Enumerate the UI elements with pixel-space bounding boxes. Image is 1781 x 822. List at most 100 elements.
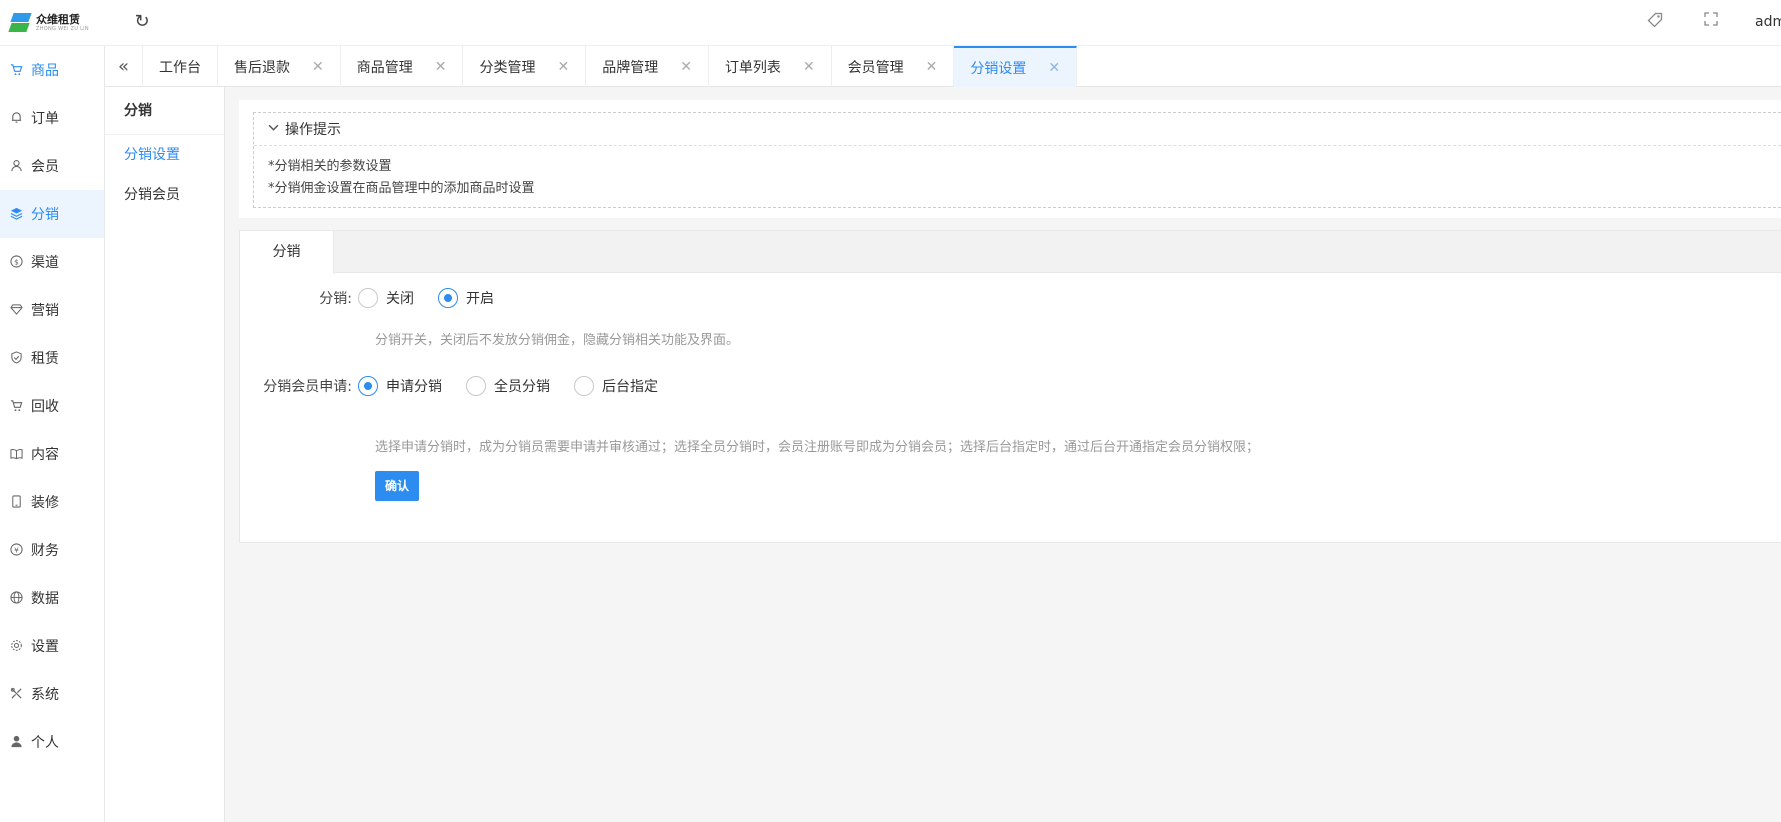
- sidebar-item-label: 装修: [31, 495, 59, 511]
- radio-distribution-off[interactable]: 关闭: [358, 288, 414, 308]
- sidebar-item-goods[interactable]: 商品: [0, 46, 104, 94]
- dollar-icon: $: [9, 255, 23, 269]
- sidebar-item-personal[interactable]: 个人: [0, 718, 104, 766]
- tip-line: *分销相关的参数设置: [268, 159, 392, 174]
- tips-panel: 操作提示 *分销相关的参数设置 *分销佣金设置在商品管理中的添加商品时设置: [239, 100, 1781, 218]
- svg-text:$: $: [14, 257, 19, 266]
- close-icon[interactable]: ✕: [557, 59, 569, 75]
- sidebar-item-finance[interactable]: ¥ 财务: [0, 526, 104, 574]
- fullscreen-icon[interactable]: [1701, 12, 1721, 32]
- sidebar-item-label: 回收: [31, 399, 59, 415]
- collapse-icon[interactable]: «: [105, 46, 143, 87]
- sidebar-item-recycle[interactable]: 回收: [0, 382, 104, 430]
- sidebar-item-system[interactable]: 系统: [0, 670, 104, 718]
- tab-label: 分销设置: [970, 60, 1027, 77]
- sidebar-item-label: 系统: [31, 687, 59, 703]
- refresh-icon[interactable]: ↻: [132, 12, 152, 32]
- radio-apply-all[interactable]: 全员分销: [466, 376, 550, 396]
- radio-apply-admin[interactable]: 后台指定: [574, 376, 658, 396]
- user-icon: [9, 159, 23, 173]
- radio-label: 关闭: [386, 291, 414, 307]
- close-icon[interactable]: ✕: [680, 59, 692, 75]
- tab-label: 售后退款: [234, 59, 290, 76]
- sub-sidebar-item-settings[interactable]: 分销设置: [105, 135, 224, 175]
- sidebar-item-label: 订单: [31, 111, 59, 127]
- radio-label: 申请分销: [386, 379, 442, 395]
- tab-distribution-settings[interactable]: 分销设置 ✕: [954, 46, 1078, 87]
- sidebar-item-label: 租赁: [31, 351, 59, 367]
- radio-circle: [438, 288, 458, 308]
- tab-workbench[interactable]: 工作台: [143, 46, 218, 87]
- radio-apply-request[interactable]: 申请分销: [358, 376, 442, 396]
- chevron-down-icon: [268, 122, 279, 136]
- radio-label: 全员分销: [494, 379, 550, 395]
- tab-label: 工作台: [159, 59, 201, 76]
- top-header: 众维租赁 ZHONG WEI ZU LIN ↻ admin: [0, 0, 1781, 46]
- layers-icon: [9, 207, 23, 221]
- sidebar-item-label: 会员: [31, 159, 59, 175]
- tip-line: *分销佣金设置在商品管理中的添加商品时设置: [268, 181, 535, 196]
- sidebar-item-decoration[interactable]: 装修: [0, 478, 104, 526]
- distribution-switch-row: 分销: 关闭 开启: [240, 288, 518, 308]
- sidebar-item-channels[interactable]: $ 渠道: [0, 238, 104, 286]
- sidebar-item-label: 设置: [31, 639, 59, 655]
- sidebar-item-data[interactable]: 数据: [0, 574, 104, 622]
- radio-circle: [358, 288, 378, 308]
- distribution-label: 分销:: [319, 291, 352, 307]
- sidebar-item-rental[interactable]: 租赁: [0, 334, 104, 382]
- page-tabs: « 工作台 售后退款 ✕ 商品管理 ✕ 分类管理 ✕ 品牌管理 ✕ 订单列表 ✕ 会员管理…: [105, 46, 1781, 87]
- apply-mode-row: 分销会员申请: 申请分销 全员分销 后台指定: [240, 376, 682, 396]
- sidebar-item-orders[interactable]: 订单: [0, 94, 104, 142]
- sidebar-item-members[interactable]: 会员: [0, 142, 104, 190]
- radio-label: 开启: [466, 291, 494, 307]
- cart-icon: [9, 399, 23, 413]
- diamond-icon: [9, 303, 23, 317]
- tag-icon[interactable]: [1645, 12, 1665, 32]
- radio-circle: [574, 376, 594, 396]
- tab-label: 会员管理: [847, 59, 904, 76]
- shield-icon: [9, 351, 23, 365]
- tab-goods-manage[interactable]: 商品管理 ✕: [341, 46, 464, 87]
- sidebar-item-label: 数据: [31, 591, 59, 607]
- tab-distribution[interactable]: 分销: [240, 231, 334, 274]
- radio-label: 后台指定: [602, 379, 658, 395]
- sidebar-item-label: 财务: [31, 543, 59, 559]
- tab-category-manage[interactable]: 分类管理 ✕: [463, 46, 587, 87]
- person-icon: [9, 735, 23, 749]
- globe-icon: [9, 591, 23, 605]
- tips-title: 操作提示: [285, 122, 341, 138]
- sidebar-item-settings[interactable]: 设置: [0, 622, 104, 670]
- gear-icon: [9, 639, 23, 653]
- settings-card: 分销 分销: 关闭 开启 分销开关，关闭后不发放分销佣金，隐藏分销相关功能及界面…: [239, 230, 1781, 543]
- tablet-icon: [9, 495, 23, 509]
- sidebar-item-content[interactable]: 内容: [0, 430, 104, 478]
- radio-circle: [466, 376, 486, 396]
- tab-order-list[interactable]: 订单列表 ✕: [709, 46, 832, 87]
- main-sidebar: 商品 订单 会员 分销 $ 渠道 营销 租赁 回收 内容 装修 ¥ 财务 数据 …: [0, 46, 105, 822]
- tab-label: 品牌管理: [602, 59, 659, 76]
- tab-refund[interactable]: 售后退款 ✕: [218, 46, 341, 87]
- logo-subtext: ZHONG WEI ZU LIN: [36, 26, 89, 32]
- confirm-button[interactable]: 确认: [375, 471, 419, 501]
- sidebar-item-marketing[interactable]: 营销: [0, 286, 104, 334]
- radio-circle: [358, 376, 378, 396]
- close-icon[interactable]: ✕: [435, 59, 447, 75]
- sub-sidebar-item-members[interactable]: 分销会员: [105, 175, 224, 215]
- radio-distribution-on[interactable]: 开启: [438, 288, 494, 308]
- close-icon[interactable]: ✕: [803, 59, 815, 75]
- sidebar-item-label: 分销: [31, 207, 59, 223]
- sub-sidebar: 分销 分销设置 分销会员: [105, 87, 225, 822]
- tab-label: 商品管理: [356, 59, 413, 76]
- close-icon[interactable]: ✕: [926, 59, 938, 75]
- close-icon[interactable]: ✕: [1048, 60, 1060, 76]
- cart-icon: [9, 63, 23, 77]
- close-icon[interactable]: ✕: [312, 59, 324, 75]
- tools-icon: [9, 687, 23, 701]
- sidebar-item-distribution[interactable]: 分销: [0, 190, 104, 238]
- user-menu[interactable]: admin: [1755, 12, 1781, 32]
- logo[interactable]: 众维租赁 ZHONG WEI ZU LIN: [8, 10, 98, 36]
- tab-brand-manage[interactable]: 品牌管理 ✕: [586, 46, 709, 87]
- apply-mode-label: 分销会员申请:: [263, 379, 352, 395]
- tab-member-manage[interactable]: 会员管理 ✕: [832, 46, 955, 87]
- tips-toggle[interactable]: 操作提示: [254, 113, 1781, 146]
